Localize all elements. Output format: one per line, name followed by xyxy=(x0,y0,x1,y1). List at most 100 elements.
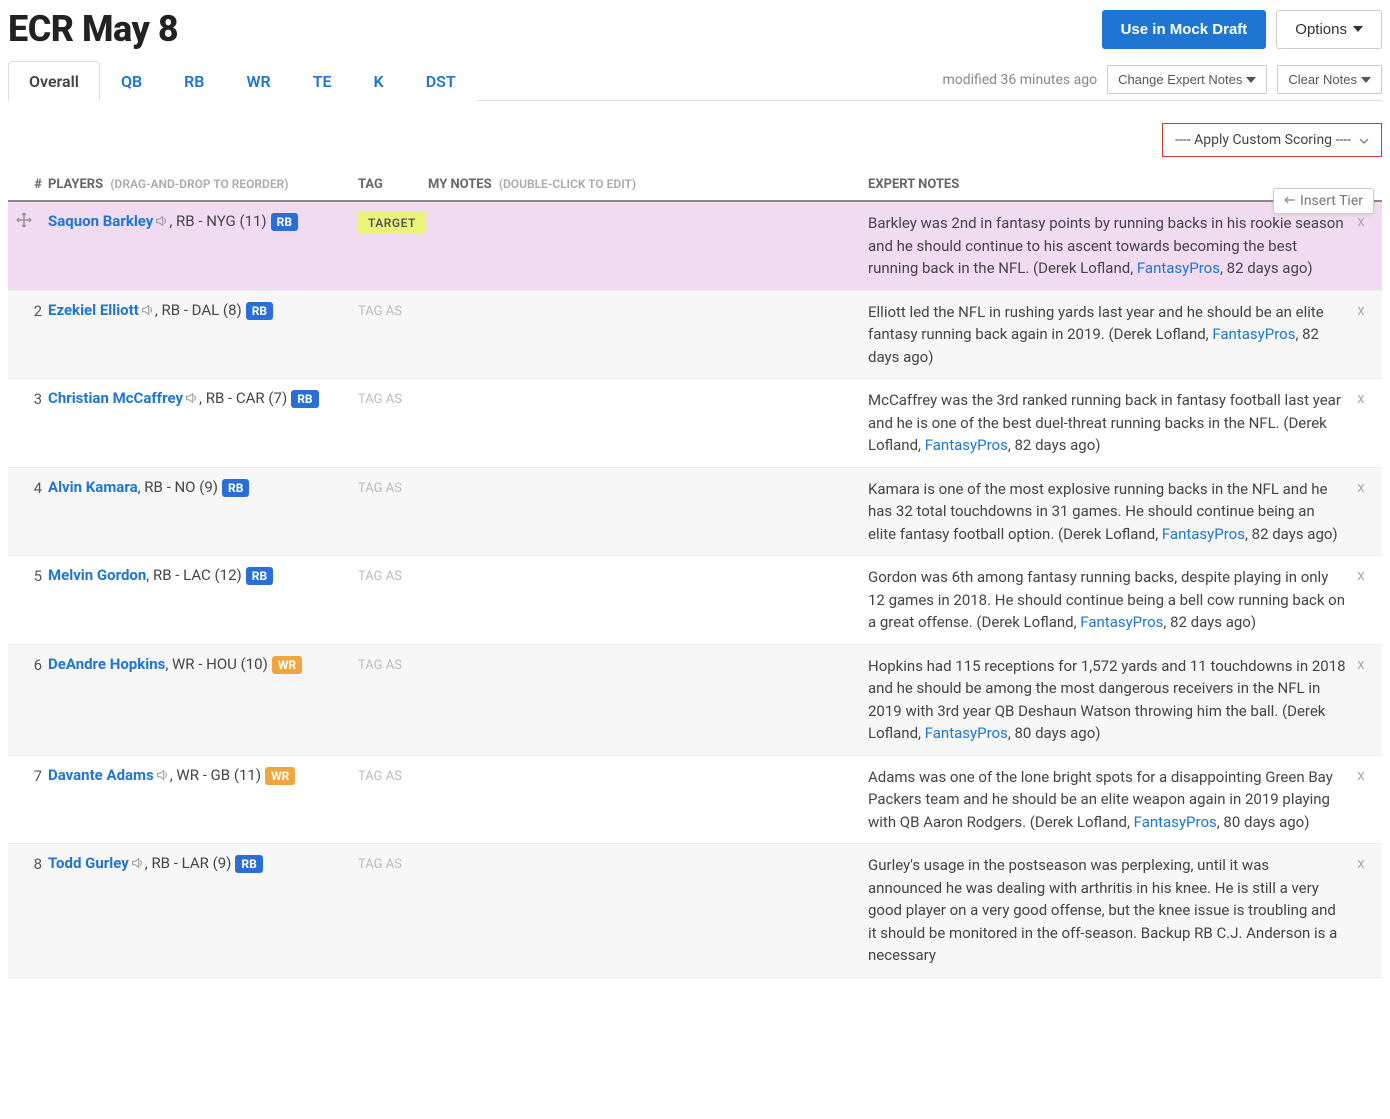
position-badge: RB xyxy=(235,855,262,873)
row-number: 6 xyxy=(14,655,48,674)
chevron-down-icon xyxy=(1359,134,1369,147)
tag-as-placeholder[interactable]: TAG AS xyxy=(358,481,402,496)
table-row[interactable]: 2Ezekiel Elliott, RB - DAL (8)RBTAG ASEl… xyxy=(8,291,1382,380)
remove-row-button[interactable]: x xyxy=(1346,566,1376,584)
player-name-link[interactable]: Todd Gurley xyxy=(48,854,129,872)
tab-wr[interactable]: WR xyxy=(225,61,291,101)
tag-cell[interactable]: TAG AS xyxy=(358,766,428,784)
tab-overall[interactable]: Overall xyxy=(8,61,100,101)
player-cell: DeAndre Hopkins, WR - HOU (10)WR xyxy=(48,655,358,674)
tag-cell[interactable]: TAG AS xyxy=(358,478,428,496)
position-badge: RB xyxy=(246,567,273,585)
tag-cell[interactable]: TAG AS xyxy=(358,389,428,407)
remove-row-button[interactable]: x xyxy=(1346,212,1376,230)
expert-notes-cell: Hopkins had 115 receptions for 1,572 yar… xyxy=(868,655,1346,745)
apply-custom-scoring-select[interactable]: ---- Apply Custom Scoring ---- xyxy=(1162,123,1382,157)
clear-notes-label: Clear Notes xyxy=(1288,72,1357,87)
sound-icon[interactable] xyxy=(155,768,169,782)
clear-notes-button[interactable]: Clear Notes xyxy=(1277,65,1382,94)
remove-row-button[interactable]: x xyxy=(1346,854,1376,872)
sound-icon[interactable] xyxy=(140,303,154,317)
player-info: , RB - LAC (12) xyxy=(146,566,241,584)
tag-cell[interactable]: TAG AS xyxy=(358,301,428,319)
player-info: , WR - GB (11) xyxy=(170,766,261,784)
sound-icon[interactable] xyxy=(184,391,198,405)
expert-source-link[interactable]: FantasyPros xyxy=(1134,813,1217,831)
expert-notes-cell: Barkley was 2nd in fantasy points by run… xyxy=(868,212,1346,280)
player-name-link[interactable]: Melvin Gordon xyxy=(48,566,146,584)
close-icon: x xyxy=(1357,766,1364,784)
tab-te[interactable]: TE xyxy=(292,61,353,101)
player-cell: Melvin Gordon, RB - LAC (12) RB xyxy=(48,566,358,585)
expert-notes-cell: Gurley's usage in the postseason was per… xyxy=(868,854,1346,967)
close-icon: x xyxy=(1357,212,1364,230)
remove-row-button[interactable]: x xyxy=(1346,301,1376,319)
row-number: 7 xyxy=(14,766,48,785)
expert-source-link[interactable]: FantasyPros xyxy=(1137,259,1220,277)
options-button[interactable]: Options xyxy=(1276,10,1382,49)
tag-as-placeholder[interactable]: TAG AS xyxy=(358,392,402,407)
expert-notes-cell: Kamara is one of the most explosive runn… xyxy=(868,478,1346,546)
expert-source-link[interactable]: FantasyPros xyxy=(1080,613,1163,631)
remove-row-button[interactable]: x xyxy=(1346,389,1376,407)
player-name-link[interactable]: Alvin Kamara xyxy=(48,478,138,496)
tag-as-placeholder[interactable]: TAG AS xyxy=(358,304,402,319)
tag-as-placeholder[interactable]: TAG AS xyxy=(358,658,402,673)
tag-cell[interactable]: TARGET xyxy=(358,212,428,234)
player-rows: Insert Tier1Saquon Barkley, RB - NYG (11… xyxy=(8,202,1382,978)
tab-rb[interactable]: RB xyxy=(163,61,225,101)
tag-cell[interactable]: TAG AS xyxy=(358,655,428,673)
remove-row-button[interactable]: x xyxy=(1346,655,1376,673)
tag-badge[interactable]: TARGET xyxy=(358,212,426,234)
table-row[interactable]: 4Alvin Kamara, RB - NO (9)RBTAG ASKamara… xyxy=(8,468,1382,557)
caret-down-icon xyxy=(1353,26,1363,32)
close-icon: x xyxy=(1357,389,1364,407)
position-badge: RB xyxy=(271,213,298,231)
tag-cell[interactable]: TAG AS xyxy=(358,566,428,584)
sound-icon[interactable] xyxy=(130,856,144,870)
tag-cell[interactable]: TAG AS xyxy=(358,854,428,872)
scoring-select-label: ---- Apply Custom Scoring ---- xyxy=(1175,132,1351,148)
tab-qb[interactable]: QB xyxy=(100,61,163,101)
player-name-link[interactable]: Ezekiel Elliott xyxy=(48,301,139,319)
table-row[interactable]: Insert Tier1Saquon Barkley, RB - NYG (11… xyxy=(8,202,1382,291)
table-row[interactable]: 7Davante Adams, WR - GB (11)WRTAG ASAdam… xyxy=(8,756,1382,845)
player-info: , RB - DAL (8) xyxy=(155,301,242,319)
col-number: # xyxy=(14,177,48,192)
expert-source-link[interactable]: FantasyPros xyxy=(1162,525,1245,543)
player-name-link[interactable]: Saquon Barkley xyxy=(48,212,153,230)
close-icon: x xyxy=(1357,655,1364,673)
use-in-mock-draft-button[interactable]: Use in Mock Draft xyxy=(1102,10,1267,49)
change-expert-notes-button[interactable]: Change Expert Notes xyxy=(1107,65,1267,94)
tag-as-placeholder[interactable]: TAG AS xyxy=(358,569,402,584)
expert-source-link[interactable]: FantasyPros xyxy=(1212,325,1295,343)
arrow-left-icon xyxy=(1284,193,1296,209)
table-row[interactable]: 6DeAndre Hopkins, WR - HOU (10)WRTAG AS H… xyxy=(8,645,1382,756)
table-row[interactable]: 3Christian McCaffrey, RB - CAR (7)RBTAG … xyxy=(8,379,1382,468)
insert-tier-button[interactable]: Insert Tier xyxy=(1273,188,1374,214)
modified-text: modified 36 minutes ago xyxy=(942,72,1097,88)
position-badge: WR xyxy=(265,767,295,785)
sound-icon[interactable] xyxy=(154,214,168,228)
player-info: , RB - NYG (11) xyxy=(169,212,266,230)
table-row[interactable]: 5Melvin Gordon, RB - LAC (12)RBTAG ASGor… xyxy=(8,556,1382,645)
options-button-label: Options xyxy=(1295,21,1347,38)
player-name-link[interactable]: DeAndre Hopkins xyxy=(48,655,165,673)
player-cell: Todd Gurley, RB - LAR (9)RB xyxy=(48,854,358,873)
position-tabs: OverallQBRBWRTEKDST xyxy=(8,60,477,100)
remove-row-button[interactable]: x xyxy=(1346,766,1376,784)
tab-k[interactable]: K xyxy=(353,61,405,101)
expert-source-link[interactable]: FantasyPros xyxy=(925,724,1008,742)
player-name-link[interactable]: Christian McCaffrey xyxy=(48,389,183,407)
tab-dst[interactable]: DST xyxy=(405,61,477,101)
tag-as-placeholder[interactable]: TAG AS xyxy=(358,769,402,784)
tag-as-placeholder[interactable]: TAG AS xyxy=(358,857,402,872)
table-header: # PLAYERS (DRAG-AND-DROP TO REORDER) TAG… xyxy=(8,169,1382,202)
remove-row-button[interactable]: x xyxy=(1346,478,1376,496)
expert-source-link[interactable]: FantasyPros xyxy=(925,436,1008,454)
table-row[interactable]: 8Todd Gurley, RB - LAR (9)RBTAG ASGurley… xyxy=(8,844,1382,978)
expert-notes-cell: McCaffrey was the 3rd ranked running bac… xyxy=(868,389,1346,457)
player-name-link[interactable]: Davante Adams xyxy=(48,766,154,784)
position-badge: RB xyxy=(246,302,273,320)
drag-handle-icon[interactable] xyxy=(16,212,32,232)
